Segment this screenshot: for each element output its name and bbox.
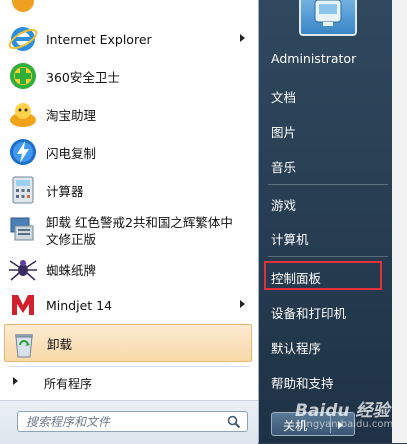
right-item-label: 设备和打印机 bbox=[271, 306, 347, 321]
baidu-watermark-url: jingyan.baidu.com bbox=[301, 419, 394, 430]
program-label: 淘宝助理 bbox=[46, 107, 97, 123]
uninstall-ra2-icon bbox=[10, 217, 34, 241]
mindjet-icon bbox=[12, 295, 34, 315]
separator bbox=[9, 366, 249, 367]
right-item-label: Administrator bbox=[271, 51, 357, 66]
right-item-documents[interactable]: 文档 bbox=[262, 80, 382, 110]
program-item-taobao[interactable]: 淘宝助理 bbox=[0, 95, 258, 133]
program-item-360[interactable]: 360安全卫士 bbox=[0, 57, 258, 95]
spider-solitaire-icon bbox=[9, 260, 37, 281]
right-item-administrator[interactable]: Administrator bbox=[262, 44, 382, 74]
program-label: 计算器 bbox=[46, 183, 84, 199]
expand-arrow-icon bbox=[13, 377, 18, 385]
user-avatar-icon bbox=[314, 0, 342, 26]
separator bbox=[268, 184, 388, 185]
right-item-label: 文档 bbox=[271, 90, 297, 105]
program-label: 闪电复制 bbox=[46, 145, 97, 161]
program-label: 360安全卫士 bbox=[46, 69, 120, 85]
program-item-mindjet[interactable]: Mindjet 14 bbox=[0, 286, 258, 324]
program-label-line2: 文修正版 bbox=[46, 232, 97, 247]
right-item-games[interactable]: 游戏 bbox=[262, 188, 382, 218]
right-item-label: 帮助和支持 bbox=[271, 376, 334, 391]
calculator-icon bbox=[12, 176, 34, 204]
submenu-arrow-icon[interactable] bbox=[240, 300, 245, 308]
program-item-calculator[interactable]: 计算器 bbox=[0, 171, 258, 209]
search-box[interactable] bbox=[17, 411, 248, 432]
right-item-label: 图片 bbox=[271, 125, 297, 140]
right-item-label: 游戏 bbox=[271, 198, 297, 213]
right-item-devices-printers[interactable]: 设备和打印机 bbox=[262, 296, 382, 326]
baidu-watermark: Baidu 经验 bbox=[295, 401, 390, 421]
right-item-pictures[interactable]: 图片 bbox=[262, 115, 382, 145]
all-programs-button[interactable]: 所有程序 bbox=[0, 368, 258, 396]
right-item-label: 计算机 bbox=[271, 232, 309, 247]
right-item-computer[interactable]: 计算机 bbox=[262, 222, 382, 252]
program-item-lightning-copy[interactable]: 闪电复制 bbox=[0, 133, 258, 171]
right-item-help-support[interactable]: 帮助和支持 bbox=[262, 366, 382, 396]
programs-pane: Internet Explorer 360安全卫士 淘宝助理 闪电复制 计算器 … bbox=[0, 0, 259, 444]
lightning-copy-icon bbox=[10, 139, 36, 165]
start-menu: Internet Explorer 360安全卫士 淘宝助理 闪电复制 计算器 … bbox=[0, 0, 407, 444]
search-icon[interactable] bbox=[227, 415, 241, 429]
program-item-internet-explorer[interactable]: Internet Explorer bbox=[0, 20, 258, 58]
program-item-uninstall[interactable]: 卸载 bbox=[4, 324, 252, 362]
right-item-label: 音乐 bbox=[271, 160, 297, 175]
app-icon bbox=[12, 0, 34, 12]
program-item-uninstall-ra2[interactable]: 卸载 红色警戒2共和国之辉繁体中 文修正版 bbox=[0, 209, 258, 249]
taobao-assistant-icon bbox=[10, 103, 36, 127]
desktop-edge bbox=[392, 0, 407, 443]
search-input[interactable] bbox=[26, 414, 216, 429]
program-item-spider-solitaire[interactable]: 蜘蛛纸牌 bbox=[0, 250, 258, 288]
control-panel-highlight bbox=[264, 261, 382, 290]
program-label: 蜘蛛纸牌 bbox=[46, 262, 97, 278]
user-picture[interactable] bbox=[299, 0, 357, 36]
recycle-bin-icon bbox=[15, 334, 33, 358]
right-item-label: 默认程序 bbox=[271, 341, 322, 356]
right-item-music[interactable]: 音乐 bbox=[262, 150, 382, 180]
program-label: Internet Explorer bbox=[46, 31, 152, 47]
program-label: 卸载 bbox=[47, 336, 73, 352]
submenu-arrow-icon[interactable] bbox=[240, 34, 245, 42]
internet-explorer-icon bbox=[8, 27, 38, 51]
360-security-icon bbox=[10, 63, 36, 89]
program-item-partial[interactable] bbox=[0, 0, 258, 18]
separator bbox=[268, 256, 388, 257]
all-programs-label: 所有程序 bbox=[44, 377, 93, 391]
right-item-default-programs[interactable]: 默认程序 bbox=[262, 331, 382, 361]
program-label: Mindjet 14 bbox=[46, 297, 113, 313]
